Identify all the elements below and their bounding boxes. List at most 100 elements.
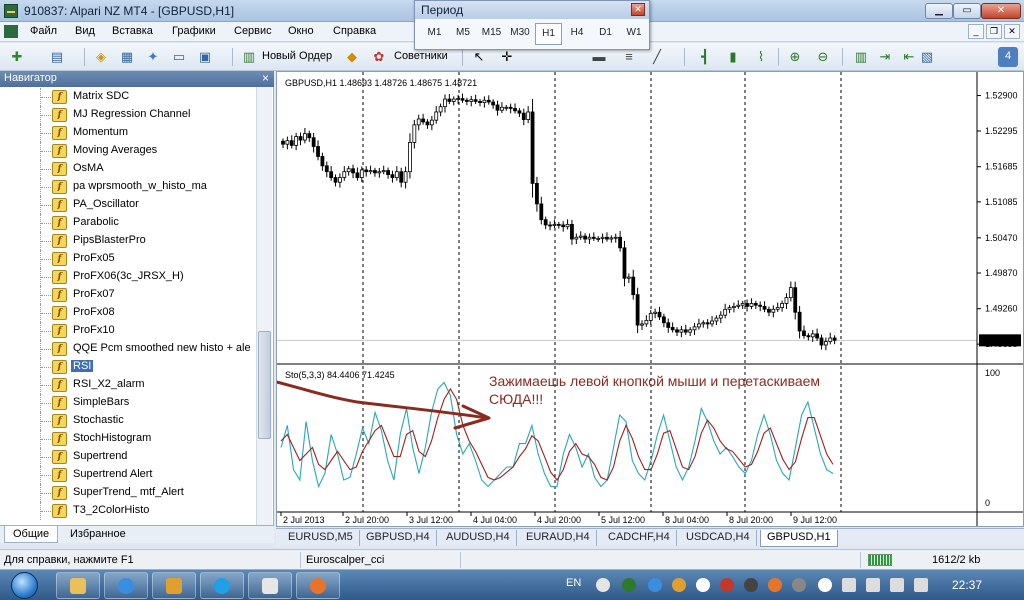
tray-icon-2[interactable] bbox=[622, 578, 636, 592]
tray-network-icon[interactable] bbox=[890, 578, 904, 592]
profiles-icon[interactable]: ▤ bbox=[48, 48, 66, 66]
tab-common[interactable]: Общие bbox=[4, 526, 59, 543]
tray-icon-5[interactable] bbox=[696, 578, 710, 592]
tray-icon-8[interactable] bbox=[768, 578, 782, 592]
chart-tab[interactable]: AUDUSD,H4 bbox=[440, 530, 517, 546]
period-m1-button[interactable]: M1 bbox=[421, 23, 448, 45]
navigator-item[interactable]: f OsMA bbox=[0, 160, 256, 178]
navigator-item[interactable]: f PA_Oscillator bbox=[0, 196, 256, 214]
chart-tab[interactable]: GBPUSD,H1 bbox=[760, 530, 838, 547]
period-m15-button[interactable]: M15 bbox=[478, 23, 505, 45]
line-chart-icon[interactable]: ⌇ bbox=[752, 48, 770, 66]
taskbar-app3[interactable] bbox=[152, 572, 196, 599]
taskbar-skype[interactable] bbox=[200, 572, 244, 599]
zoom-out-icon[interactable]: ⊖ bbox=[814, 48, 832, 66]
navigator-item[interactable]: f Moving Averages bbox=[0, 142, 256, 160]
navigator-item[interactable]: f ProFx08 bbox=[0, 304, 256, 322]
chart-tab[interactable]: GBPUSD,H4 bbox=[360, 530, 437, 546]
navigator-icon[interactable]: ✦ bbox=[144, 48, 162, 66]
new-order-icon[interactable]: ▥ bbox=[240, 48, 258, 66]
navigator-item[interactable]: f RSI_X2_alarm bbox=[0, 376, 256, 394]
tray-icon-4[interactable] bbox=[672, 578, 686, 592]
navigator-item[interactable]: f Matrix SDC bbox=[0, 88, 256, 106]
scrollbar-thumb[interactable] bbox=[258, 331, 271, 439]
period-d1-button[interactable]: D1 bbox=[592, 23, 619, 45]
navigator-item[interactable]: f MJ Regression Channel bbox=[0, 106, 256, 124]
taskbar-ie[interactable] bbox=[104, 572, 148, 599]
menu-tools[interactable]: Сервис bbox=[234, 25, 272, 37]
mdi-minimize-button[interactable]: _ bbox=[968, 24, 984, 39]
fibo-tool-icon[interactable]: ≡ bbox=[620, 48, 638, 66]
period-h1-button[interactable]: H1 bbox=[535, 23, 562, 45]
navigator-item[interactable]: f ProFx10 bbox=[0, 322, 256, 340]
menu-help[interactable]: Справка bbox=[333, 25, 376, 37]
navigator-item[interactable]: f StochHistogram bbox=[0, 430, 256, 448]
period-m5-button[interactable]: M5 bbox=[450, 23, 477, 45]
experts-button[interactable]: Советники bbox=[394, 50, 448, 62]
tab-favorites[interactable]: Избранное bbox=[62, 526, 134, 543]
minimize-button[interactable]: ▁ bbox=[925, 3, 953, 19]
navigator-item[interactable]: f ProFx07 bbox=[0, 286, 256, 304]
tray-icon-11[interactable] bbox=[842, 578, 856, 592]
tray-icon-12[interactable] bbox=[866, 578, 880, 592]
navigator-item[interactable]: f Parabolic bbox=[0, 214, 256, 232]
document-menu-icon[interactable] bbox=[4, 25, 18, 38]
crosshair-icon[interactable]: ✛ bbox=[498, 48, 516, 66]
connection-status-icon[interactable] bbox=[868, 554, 892, 566]
navigator-item[interactable]: f PipsBlasterPro bbox=[0, 232, 256, 250]
period-titlebar[interactable]: Период ✕ bbox=[415, 1, 649, 19]
start-button[interactable] bbox=[2, 570, 48, 600]
navigator-item[interactable]: f QQE Pcm smoothed new histo + ale bbox=[0, 340, 256, 358]
candle-chart-icon[interactable]: ▮ bbox=[724, 48, 742, 66]
trendline-icon[interactable]: ╱ bbox=[648, 48, 666, 66]
bar-chart-icon[interactable]: ┫ bbox=[696, 48, 714, 66]
navigator-item[interactable]: f RSI bbox=[0, 358, 256, 376]
strategy-tester-icon[interactable]: ▣ bbox=[196, 48, 214, 66]
navigator-item[interactable]: f Momentum bbox=[0, 124, 256, 142]
new-chart-icon[interactable]: ✚ bbox=[8, 48, 26, 66]
navigator-item[interactable]: f ProFx05 bbox=[0, 250, 256, 268]
zoom-in-icon[interactable]: ⊕ bbox=[786, 48, 804, 66]
tile-windows-icon[interactable]: ▥ bbox=[852, 48, 870, 66]
chart-canvas[interactable]: 1.52900 1.52295 1.51685 1.51085 1.50470 1.498… bbox=[277, 72, 1023, 526]
autoscroll-icon[interactable]: ⇥ bbox=[876, 48, 894, 66]
data-window-icon[interactable]: ▦ bbox=[118, 48, 136, 66]
navigator-item[interactable]: f ProFX06(3c_JRSX_H) bbox=[0, 268, 256, 286]
navigator-item[interactable]: f Supertrend Alert bbox=[0, 466, 256, 484]
taskbar-clock[interactable]: 22:37 bbox=[952, 578, 982, 592]
language-indicator[interactable]: EN bbox=[566, 577, 581, 589]
close-button[interactable]: ✕ bbox=[981, 3, 1021, 19]
period-m30-button[interactable]: M30 bbox=[507, 23, 534, 45]
taskbar-explorer[interactable] bbox=[56, 572, 100, 599]
chart-tab[interactable]: EURUSD,M5 bbox=[282, 530, 360, 546]
navigator-item[interactable]: f Stochastic bbox=[0, 412, 256, 430]
tray-icon-7[interactable] bbox=[744, 578, 758, 592]
navigator-item[interactable]: f SimpleBars bbox=[0, 394, 256, 412]
navigator-scrollbar[interactable] bbox=[256, 87, 272, 525]
chart-tab[interactable]: EURAUD,H4 bbox=[520, 530, 597, 546]
menu-charts[interactable]: Графики bbox=[172, 25, 216, 37]
chart-window[interactable]: 1.52900 1.52295 1.51685 1.51085 1.50470 1.498… bbox=[276, 71, 1024, 527]
menu-view[interactable]: Вид bbox=[75, 25, 95, 37]
new-order-button[interactable]: Новый Ордер bbox=[262, 50, 332, 62]
experts-icon[interactable]: ✿ bbox=[370, 48, 388, 66]
mdi-close-button[interactable]: ✕ bbox=[1004, 24, 1020, 39]
chart-shift-icon[interactable]: ⇤ bbox=[900, 48, 918, 66]
terminal-icon[interactable]: ▭ bbox=[170, 48, 188, 66]
period-close-icon[interactable]: ✕ bbox=[631, 3, 645, 16]
templates-icon[interactable]: ▧ bbox=[918, 48, 936, 66]
period-h4-button[interactable]: H4 bbox=[564, 23, 591, 45]
chart-tab[interactable]: CADCHF,H4 bbox=[602, 530, 677, 546]
tray-icon-3[interactable] bbox=[648, 578, 662, 592]
navigator-item[interactable]: f Supertrend bbox=[0, 448, 256, 466]
rectangle-tool-icon[interactable]: ▬ bbox=[590, 48, 608, 66]
taskbar-mt4[interactable] bbox=[248, 572, 292, 599]
tray-icon-9[interactable] bbox=[792, 578, 806, 592]
taskbar-firefox[interactable] bbox=[296, 572, 340, 599]
navigator-item[interactable]: f pa wprsmooth_w_histo_ma bbox=[0, 178, 256, 196]
menu-file[interactable]: Файл bbox=[30, 25, 57, 37]
tray-icon-1[interactable] bbox=[596, 578, 610, 592]
period-w1-button[interactable]: W1 bbox=[621, 23, 648, 45]
menu-insert[interactable]: Вставка bbox=[112, 25, 153, 37]
cursor-icon[interactable]: ↖ bbox=[470, 48, 488, 66]
